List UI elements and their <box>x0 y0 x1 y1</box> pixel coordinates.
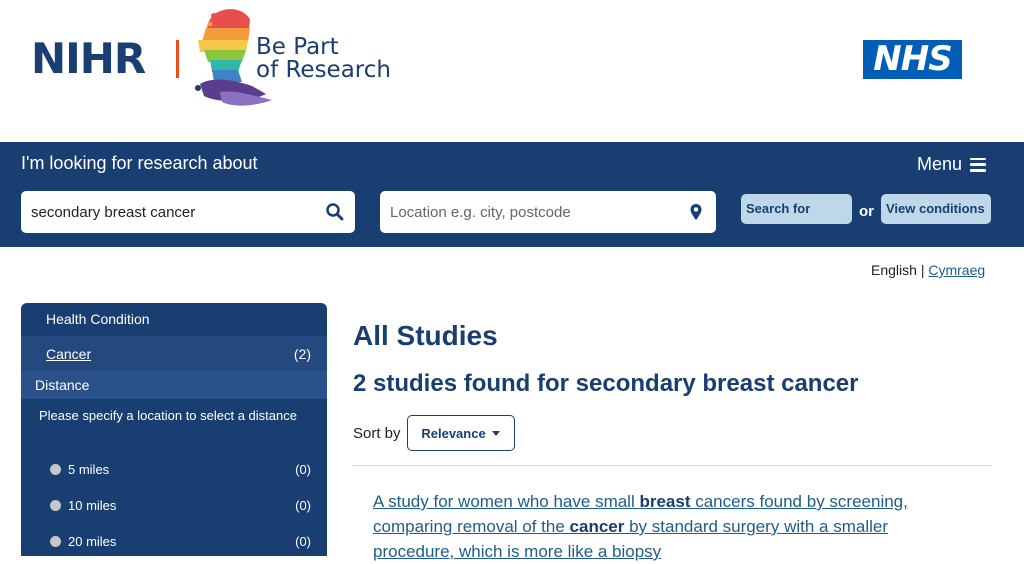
radio-button[interactable] <box>50 499 61 511</box>
language-link-cymraeg[interactable]: Cymraeg <box>928 262 985 278</box>
sort-row: Sort by Relevance <box>353 415 991 451</box>
distance-option-count: (0) <box>295 533 311 549</box>
distance-option-label: 20 miles <box>68 533 117 549</box>
search-for-study-button[interactable]: Search for study <box>741 194 852 246</box>
be-part-of-research-wordmark[interactable]: Be Part of Research <box>256 36 391 82</box>
result-highlight: breast <box>639 492 691 511</box>
page-title: All Studies <box>353 320 498 351</box>
view-conditions-button[interactable]: View conditions <box>881 194 991 224</box>
or-label: or <box>859 203 874 220</box>
sort-dropdown[interactable]: Relevance <box>406 415 515 451</box>
nihr-logo[interactable]: NIHR <box>31 38 146 80</box>
results-main: All Studies 2 studies found for secondar… <box>353 320 991 564</box>
language-separator: | <box>920 262 925 278</box>
distance-option-label: 10 miles <box>68 497 117 513</box>
distance-option-20[interactable]: 20 miles (0) <box>21 523 327 556</box>
sort-label: Sort by <box>353 424 401 442</box>
result-text: A study for women who have small <box>373 492 640 511</box>
distance-heading: Distance <box>21 371 327 399</box>
location-input-placeholder: Location e.g. city, postcode <box>390 203 571 221</box>
language-current: English <box>871 262 917 278</box>
caret-down-icon <box>491 430 500 436</box>
nhs-logo[interactable]: NHS <box>863 40 962 79</box>
logo-divider <box>176 40 179 78</box>
wordmark-line-2: of Research <box>256 57 391 83</box>
menu-button[interactable]: Menu <box>917 154 987 175</box>
result-highlight: cancer <box>569 517 625 536</box>
filter-sidebar: Health Condition Cancer (2) Distance Ple… <box>21 303 327 556</box>
condition-filter-cancer[interactable]: Cancer (2) <box>21 336 327 371</box>
site-header: NIHR Be Part of Research NHS <box>0 0 1024 142</box>
study-result-link[interactable]: A study for women who have small breast … <box>373 489 953 564</box>
radio-button[interactable] <box>50 463 61 475</box>
health-condition-heading: Health Condition <box>46 311 150 327</box>
distance-option-10[interactable]: 10 miles (0) <box>21 487 327 523</box>
condition-filter-count: (2) <box>293 345 311 362</box>
menu-label: Menu <box>917 154 963 174</box>
hamburger-icon <box>970 157 987 172</box>
distance-option-5[interactable]: 5 miles (0) <box>21 451 327 487</box>
search-input-value: secondary breast cancer <box>31 203 196 221</box>
search-icon[interactable] <box>325 202 345 222</box>
distance-option-label: 5 miles <box>68 461 110 477</box>
radio-button[interactable] <box>50 535 61 547</box>
location-pin-icon[interactable] <box>686 202 706 222</box>
distance-note: Please specify a location to select a di… <box>39 408 297 423</box>
search-title: I'm looking for research about <box>21 153 258 173</box>
distance-option-count: (0) <box>295 497 311 513</box>
search-input[interactable]: secondary breast cancer <box>21 191 355 233</box>
results-summary: 2 studies found for secondary breast can… <box>353 370 859 397</box>
condition-filter-name[interactable]: Cancer <box>46 346 91 362</box>
sort-value: Relevance <box>421 425 486 441</box>
search-band: I'm looking for research about Menu seco… <box>0 142 1024 247</box>
language-switcher: English | Cymraeg <box>871 262 985 278</box>
divider <box>353 465 991 466</box>
distance-option-count: (0) <box>295 461 311 477</box>
location-input[interactable]: Location e.g. city, postcode <box>380 191 716 233</box>
